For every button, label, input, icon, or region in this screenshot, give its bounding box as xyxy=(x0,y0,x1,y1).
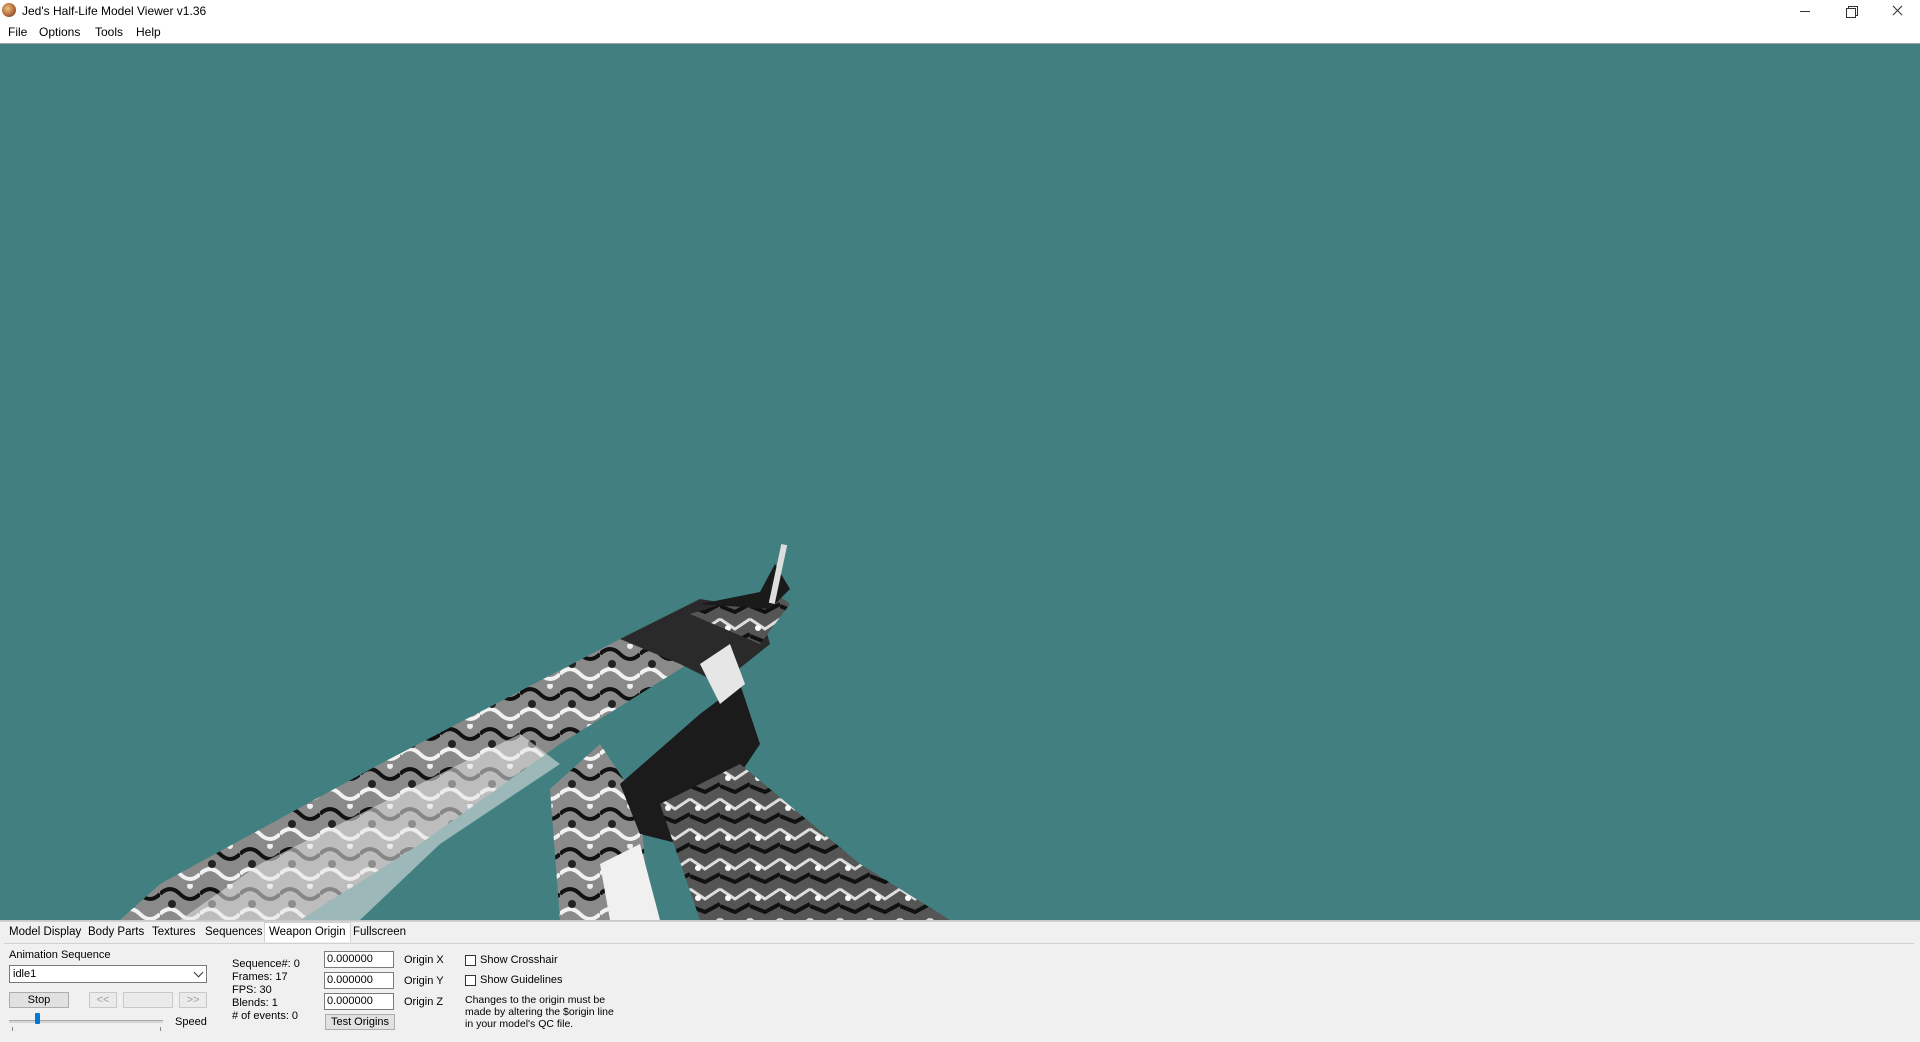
origin-note-line-2: made by altering the $origin line xyxy=(465,1006,614,1018)
window-title: Jed's Half-Life Model Viewer v1.36 xyxy=(22,4,207,18)
animation-sequence-value: idle1 xyxy=(13,968,37,980)
app-icon xyxy=(2,3,16,17)
tab-model-display[interactable]: Model Display xyxy=(5,924,85,940)
show-crosshair-checkbox[interactable] xyxy=(465,955,476,966)
sequence-number: Sequence#: 0 xyxy=(232,958,300,970)
frames-count: Frames: 17 xyxy=(232,971,288,983)
fps-value: FPS: 30 xyxy=(232,984,272,996)
menu-options[interactable]: Options xyxy=(39,25,80,39)
previous-frame-button[interactable]: << xyxy=(89,992,117,1008)
control-panel: Model Display Body Parts Textures Sequen… xyxy=(0,921,1920,1042)
chevron-down-icon xyxy=(193,967,204,978)
origin-z-input[interactable]: 0.000000 xyxy=(324,993,394,1010)
model-viewport[interactable] xyxy=(0,43,1920,922)
minimize-icon[interactable] xyxy=(1782,0,1828,22)
slider-tick xyxy=(160,1027,161,1031)
test-origins-button[interactable]: Test Origins xyxy=(325,1014,395,1030)
menu-tools[interactable]: Tools xyxy=(95,25,123,39)
origin-y-label: Origin Y xyxy=(404,975,444,987)
show-guidelines-checkbox[interactable] xyxy=(465,975,476,986)
close-icon[interactable] xyxy=(1874,0,1920,22)
origin-y-input[interactable]: 0.000000 xyxy=(324,972,394,989)
tab-divider xyxy=(4,943,1914,944)
origin-note-line-1: Changes to the origin must be xyxy=(465,994,606,1006)
speed-label: Speed xyxy=(175,1016,207,1028)
events-count: # of events: 0 xyxy=(232,1010,299,1022)
origin-x-label: Origin X xyxy=(404,954,444,966)
menu-help[interactable]: Help xyxy=(136,25,161,39)
tab-fullscreen[interactable]: Fullscreen xyxy=(349,924,410,940)
weapon-model xyxy=(120,544,950,920)
restore-icon[interactable] xyxy=(1828,0,1874,22)
origin-x-input[interactable]: 0.000000 xyxy=(324,951,394,968)
speed-slider[interactable] xyxy=(9,1020,163,1023)
tab-weapon-origin[interactable]: Weapon Origin xyxy=(264,922,351,942)
origin-note-line-3: in your model's QC file. xyxy=(465,1018,574,1030)
slider-tick xyxy=(12,1027,13,1031)
menu-file[interactable]: File xyxy=(8,25,27,39)
tab-body-parts[interactable]: Body Parts xyxy=(84,924,148,940)
animation-sequence-select[interactable]: idle1 xyxy=(9,965,207,983)
menu-bar: File Options Tools Help xyxy=(0,22,1920,42)
title-bar: Jed's Half-Life Model Viewer v1.36 xyxy=(0,0,1920,22)
tab-sequences[interactable]: Sequences xyxy=(201,924,267,940)
frame-field[interactable] xyxy=(123,992,173,1008)
show-guidelines-label: Show Guidelines xyxy=(480,974,563,986)
tab-textures[interactable]: Textures xyxy=(148,924,199,940)
next-frame-button[interactable]: >> xyxy=(179,992,207,1008)
animation-sequence-label: Animation Sequence xyxy=(9,949,111,961)
blends-count: Blends: 1 xyxy=(232,997,278,1009)
show-crosshair-label: Show Crosshair xyxy=(480,954,558,966)
origin-z-label: Origin Z xyxy=(404,996,444,1008)
speed-slider-thumb[interactable] xyxy=(34,1013,40,1024)
stop-button[interactable]: Stop xyxy=(9,992,69,1008)
